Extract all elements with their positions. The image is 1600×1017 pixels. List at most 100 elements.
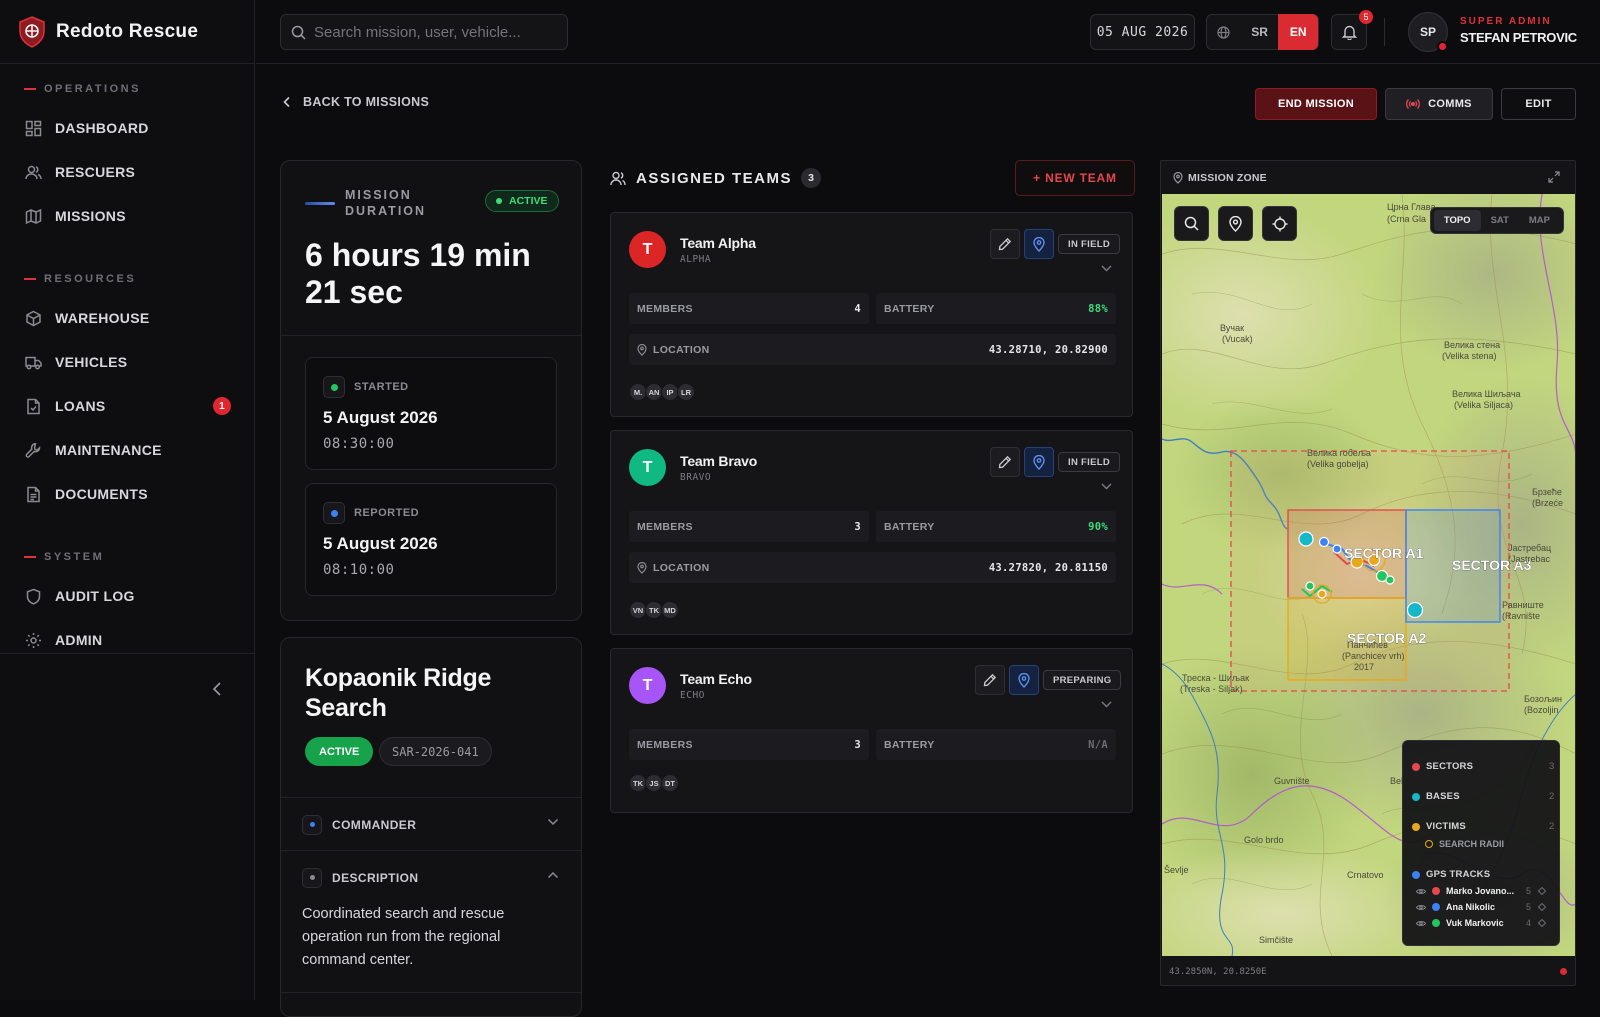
commander-section-toggle[interactable]: COMMANDER [281,797,581,851]
globe-icon [1207,25,1241,39]
lang-sr-button[interactable]: SR [1241,25,1279,39]
search-box[interactable] [280,14,568,50]
nav-label: ADMIN [55,632,103,648]
box-icon [26,310,41,326]
locate-team-button[interactable] [1009,665,1039,695]
avatar[interactable]: SP [1408,12,1448,52]
status-dot-icon [323,502,345,524]
nav-item-admin[interactable]: ADMIN [0,618,255,662]
location-pin-icon [1033,236,1045,252]
search-input[interactable] [314,23,554,41]
legend-sectors[interactable]: SECTORS 3 [1412,761,1554,772]
locate-team-button[interactable] [1024,447,1054,477]
legend-bases[interactable]: BASES 2 [1412,791,1554,802]
nav-label: MISSIONS [55,208,126,224]
locate-team-button[interactable] [1024,229,1054,259]
map-place-velika-gobelja: Велика гобеља [1307,448,1371,458]
diamond-icon[interactable] [1538,887,1546,895]
description-label: DESCRIPTION [332,870,419,885]
back-to-missions-link[interactable]: BACK TO MISSIONS [283,95,429,109]
chevron-left-icon [283,96,290,108]
user-role: SUPER ADMIN [1460,16,1552,27]
map-mode-sat[interactable]: SAT [1481,210,1519,231]
eye-icon[interactable] [1416,920,1426,927]
legend-gps-tracks[interactable]: GPS TRACKS [1412,869,1490,880]
location-pin-icon [637,343,647,356]
nav-item-dashboard[interactable]: DASHBOARD [0,106,255,150]
map-place-velika-siljaca-lat: (Velika Siljaca) [1454,400,1513,410]
nav-item-rescuers[interactable]: RESCUERS [0,150,255,194]
chevron-down-icon[interactable] [1101,483,1112,490]
edit-team-button[interactable] [975,665,1005,695]
gps-track-item[interactable]: Vuk Markovic 4 [1416,918,1546,928]
nav-label: MAINTENANCE [55,442,162,458]
member-avatar[interactable]: MD [661,601,679,619]
map-toolbar [1174,206,1297,241]
nav-item-loans[interactable]: LOANS 1 [0,384,255,428]
eye-icon[interactable] [1416,904,1426,911]
diamond-icon[interactable] [1538,919,1546,927]
map-mode-map[interactable]: MAP [1519,210,1560,231]
chevron-down-icon[interactable] [1101,265,1112,272]
nav-label: DOCUMENTS [55,486,148,502]
team-card-alpha[interactable]: T Team Alpha ALPHA IN FIELD MEMBERS 4 BAT… [610,212,1133,417]
nav-item-vehicles[interactable]: VEHICLES [0,340,255,384]
edit-team-button[interactable] [990,229,1020,259]
eye-icon[interactable] [1416,888,1426,895]
gps-track-item[interactable]: Ana Nikolic 5 [1416,902,1546,912]
nav-label: WAREHOUSE [55,310,150,326]
map-place-panchicev-vrh: Панчићев [1347,640,1388,650]
nav-item-maintenance[interactable]: MAINTENANCE [0,428,255,472]
map-place-guvniste: Guvnište [1274,776,1310,786]
status-dot-icon [323,376,345,398]
diamond-icon[interactable] [1538,903,1546,911]
pencil-icon [998,455,1012,469]
language-switch[interactable]: SR EN [1206,14,1319,50]
end-mission-button[interactable]: END MISSION [1255,88,1377,120]
location-pin-icon [1033,454,1045,470]
pencil-icon [998,237,1012,251]
reported-date: 5 August 2026 [323,534,438,553]
shield-icon [26,588,41,605]
member-avatar[interactable]: DT [661,774,679,792]
collapse-sidebar-icon[interactable] [210,680,226,698]
search-icon [1184,216,1199,231]
notifications-button[interactable]: 5 [1331,10,1373,50]
nav-item-warehouse[interactable]: WAREHOUSE [0,296,255,340]
nav-label: DASHBOARD [55,120,149,136]
edit-button[interactable]: EDIT [1501,88,1576,120]
team-name: Team Bravo [680,453,758,469]
expand-icon[interactable] [1548,171,1560,183]
nav-item-documents[interactable]: DOCUMENTS [0,472,255,516]
legend-search-radii[interactable]: SEARCH RADII [1425,839,1504,849]
edit-team-button[interactable] [990,447,1020,477]
map-mode-topo[interactable]: TOPO [1433,210,1481,231]
member-avatar[interactable]: LR [677,383,695,401]
chevron-down-icon[interactable] [1101,701,1112,708]
map-place-vucak: Вучак [1220,323,1244,333]
nav-item-missions[interactable]: MISSIONS [0,194,255,238]
map-place-simciste: Simčište [1259,935,1293,945]
map-search-button[interactable] [1174,206,1209,241]
comms-label: COMMS [1428,98,1472,110]
map-pin-button[interactable] [1218,206,1253,241]
team-card-bravo[interactable]: T Team Bravo BRAVO IN FIELD MEMBERS 3 BAT… [610,430,1133,635]
map-title: MISSION ZONE [1188,171,1267,184]
lang-en-button[interactable]: EN [1278,14,1318,50]
brand[interactable]: Redoto Rescue [0,0,254,64]
team-status-badge: IN FIELD [1058,234,1120,254]
legend-victims[interactable]: VICTIMS 2 [1412,821,1554,832]
map-locate-button[interactable] [1262,206,1297,241]
new-team-button[interactable]: + NEW TEAM [1015,160,1135,196]
team-card-echo[interactable]: T Team Echo ECHO PREPARING MEMBERS 3 BATT… [610,648,1133,813]
nav-section-resources: RESOURCES [0,268,255,290]
comms-button[interactable]: COMMS [1385,88,1493,120]
topographic-map[interactable]: SECTOR A1 SECTOR A2 SECTOR A3 Црна Глава… [1162,194,1575,956]
description-section-toggle[interactable]: DESCRIPTION [281,850,581,904]
gps-track-item[interactable]: Marko Jovano... 5 [1416,886,1546,896]
truck-icon [25,356,42,369]
map-footer: 43.2850N, 20.8250E [1161,956,1575,985]
map-place-velika-stena: Велика стена [1444,340,1500,350]
nav-item-audit-log[interactable]: AUDIT LOG [0,574,255,618]
users-icon [25,165,42,179]
